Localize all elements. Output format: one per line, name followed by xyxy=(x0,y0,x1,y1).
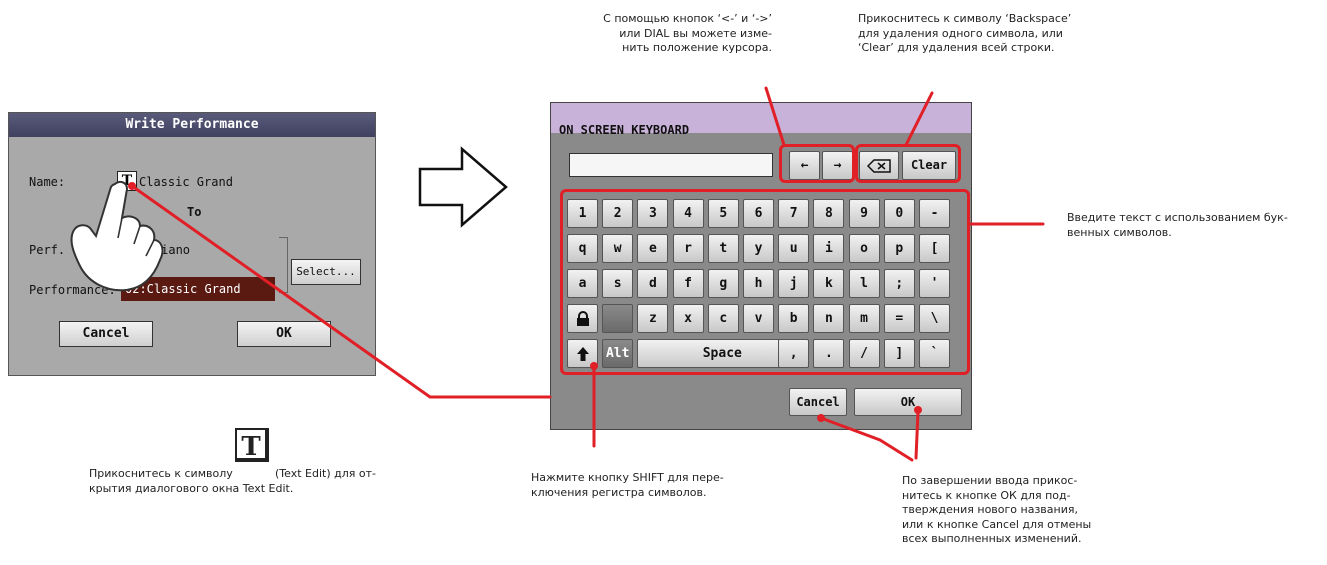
backspace-callout: Прикоснитесь к символу ‘Backspace’ для у… xyxy=(858,12,1072,54)
ok-cancel-callout: По завершении ввода прикос- нитесь к кно… xyxy=(902,474,1092,545)
text-edit-callout-line2: крытия диалогового окна Text Edit. xyxy=(89,482,294,495)
shift-callout: Нажмите кнопку SHIFT для пере- ключения … xyxy=(531,471,724,499)
text-edit-callout-after: (Text Edit) для от- xyxy=(275,467,376,480)
text-edit-callout: Прикоснитесь к символу T (Text Edit) для… xyxy=(89,428,529,495)
letters-callout: Введите текст с использованием бук- венн… xyxy=(1067,211,1288,239)
cursor-callout: С помощью кнопок ‘<-’ и ‘->’ или DIAL вы… xyxy=(603,12,772,54)
text-edit-callout-before: Прикоснитесь к символу xyxy=(89,467,233,480)
text-edit-icon-large: T xyxy=(235,428,269,462)
